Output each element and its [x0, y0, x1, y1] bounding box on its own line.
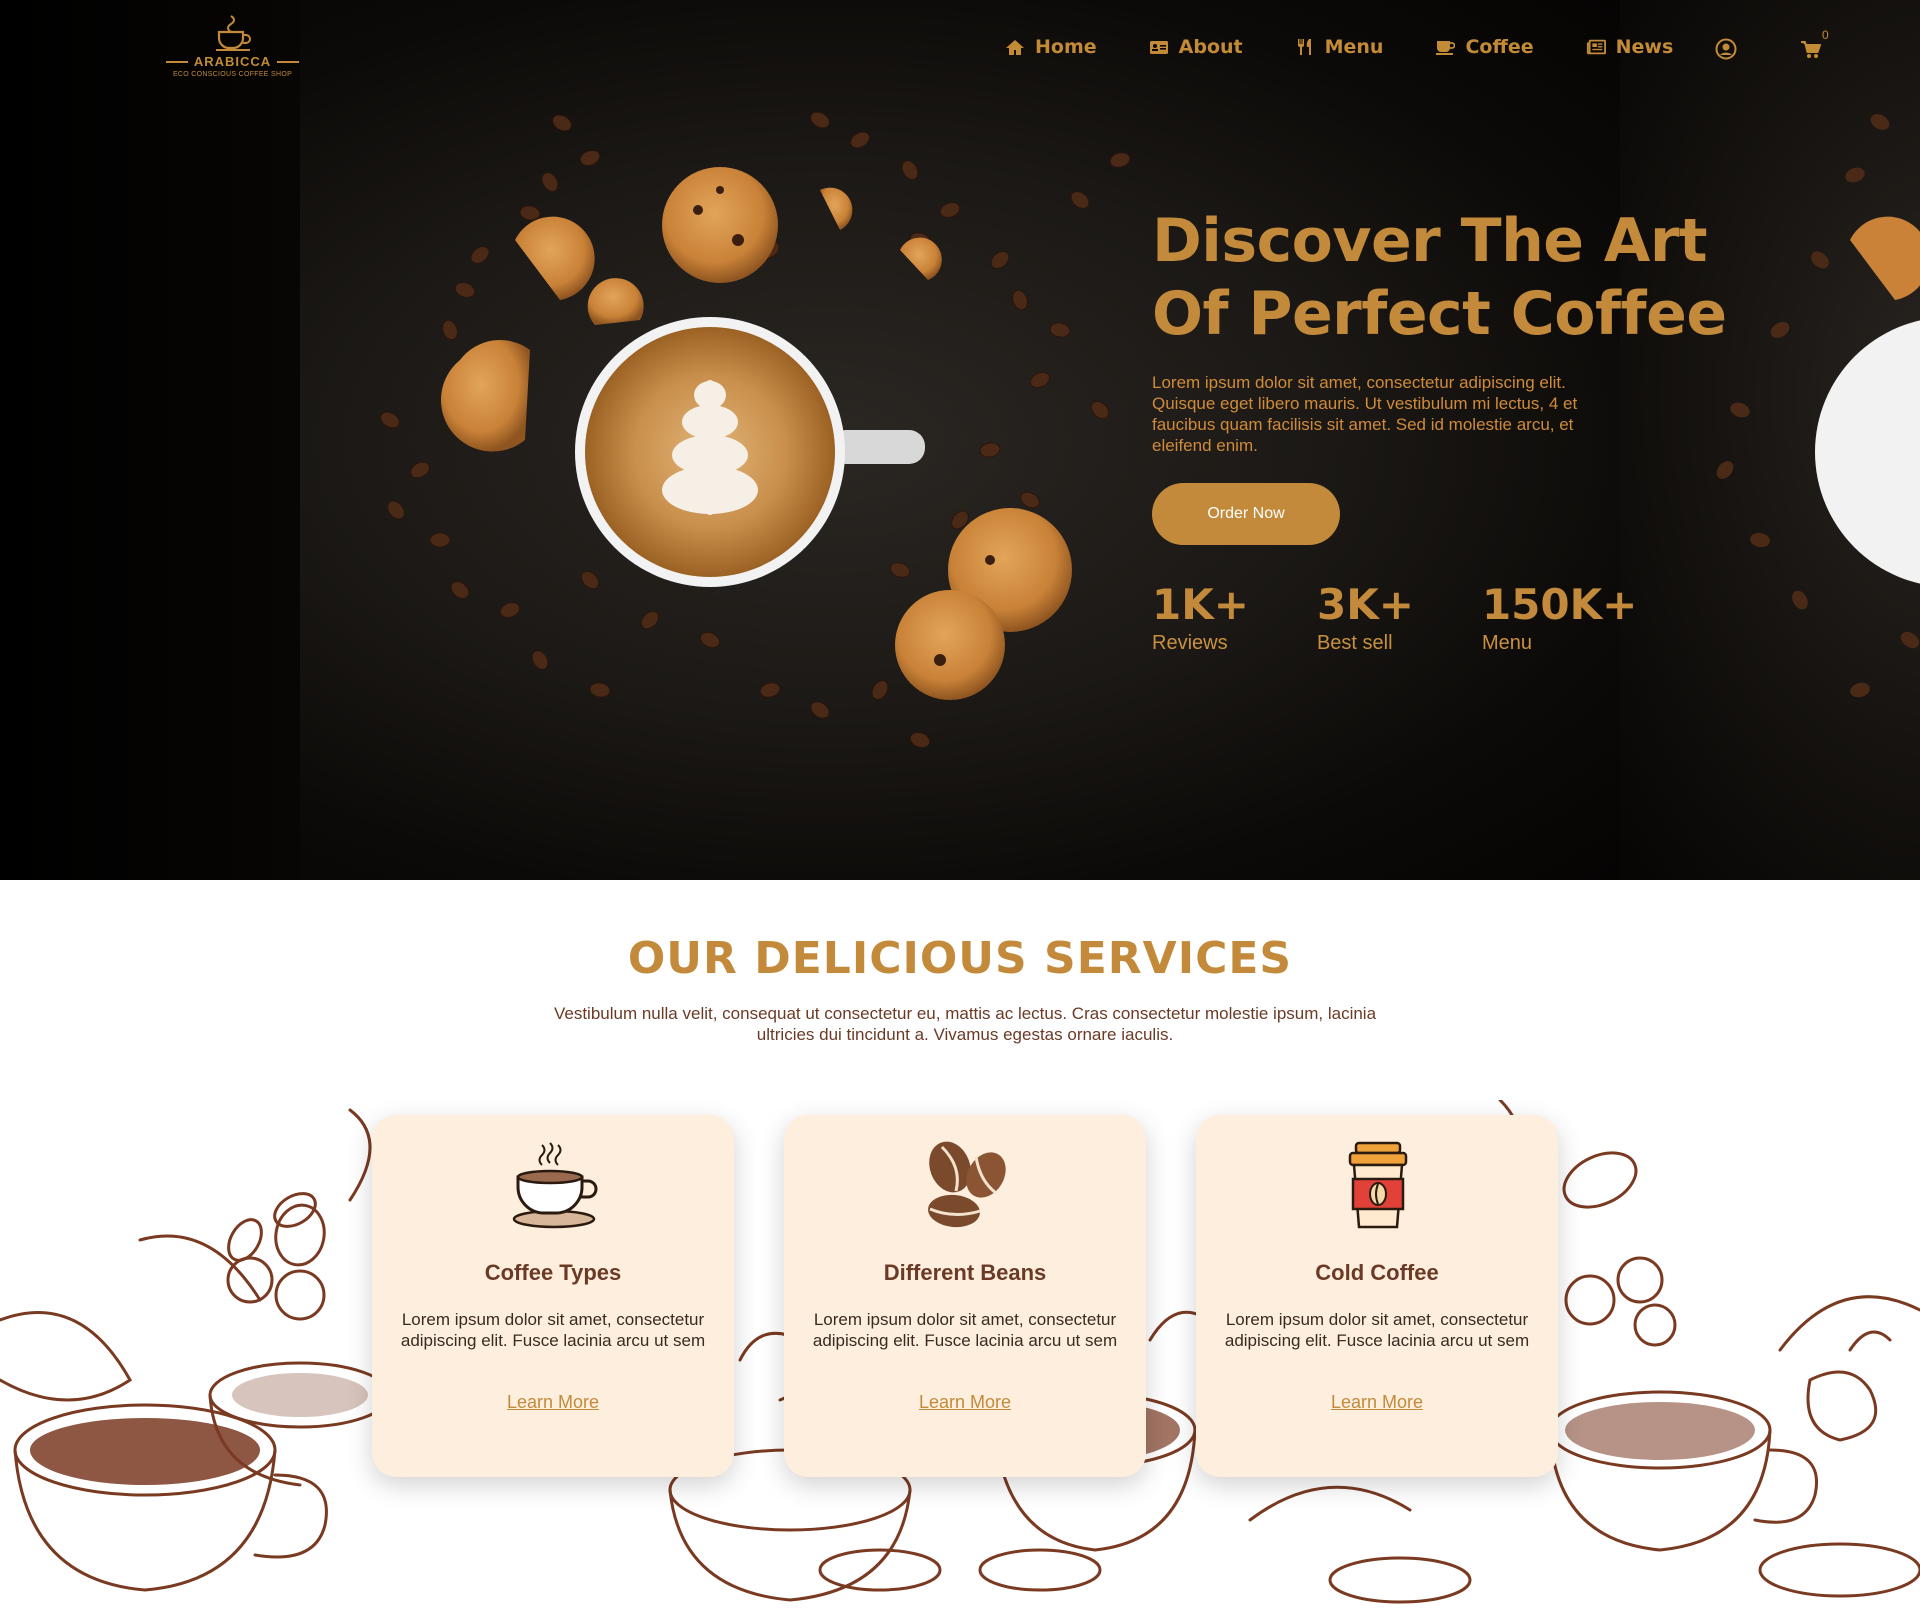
card-text: Lorem ipsum dolor sit amet, consectetur …	[1224, 1310, 1530, 1350]
hero-description: Lorem ipsum dolor sit amet, consectetur …	[1152, 373, 1578, 455]
cart-count-badge: 0	[1822, 28, 1829, 42]
nav-label-menu: Menu	[1324, 36, 1384, 58]
stat-menu: 150K+ Menu	[1482, 580, 1637, 655]
learn-more-link[interactable]: Learn More	[372, 1392, 734, 1413]
brand-name: ARABICCA	[165, 54, 300, 69]
nav-item-news[interactable]: News	[1586, 36, 1674, 58]
stat-value: 150K+	[1481, 580, 1638, 629]
nav-label-home: Home	[1035, 36, 1097, 58]
stat-value: 3K+	[1316, 580, 1414, 629]
nav-label-news: News	[1615, 36, 1674, 58]
hero-section: ARABICCA ECO CONSCIOUS COFFEE SHOP Home …	[0, 0, 1920, 880]
cart-button[interactable]	[1800, 40, 1822, 65]
stat-best-sell: 3K+ Best sell	[1317, 580, 1414, 655]
utensils-icon	[1297, 39, 1311, 55]
id-card-icon	[1149, 41, 1168, 54]
coffee-beans-icon	[928, 1141, 1006, 1228]
stat-label: Best sell	[1316, 632, 1393, 654]
nav-item-home[interactable]: Home	[1005, 36, 1097, 58]
order-now-button[interactable]: Order Now	[1152, 483, 1340, 545]
service-card-different-beans: Different Beans Lorem ipsum dolor sit am…	[784, 1115, 1146, 1477]
hero-title-line2: Of Perfect Coffee	[1152, 279, 1727, 349]
hero-stats: 1K+ Reviews 3K+ Best sell 150K+ Menu	[1152, 580, 1705, 655]
service-card-cold-coffee: Cold Coffee Lorem ipsum dolor sit amet, …	[1196, 1115, 1558, 1477]
card-title: Cold Coffee	[1315, 1260, 1439, 1285]
brand-logo[interactable]: ARABICCA ECO CONSCIOUS COFFEE SHOP	[165, 14, 300, 86]
logo-divider	[277, 60, 300, 63]
main-nav: Home About Menu Coffee News	[1005, 36, 1725, 58]
card-title: Coffee Types	[484, 1260, 622, 1285]
nav-item-menu[interactable]: Menu	[1295, 36, 1384, 58]
hero-title: Discover The Art Of Perfect Coffee	[1152, 205, 1752, 351]
services-title: OUR DELICIOUS SERVICES	[627, 933, 1293, 984]
coffee-cookies-repeat-illustration	[1716, 114, 1920, 698]
hero-dark-strip	[0, 0, 300, 880]
hero-photo-repeat	[1620, 0, 1920, 880]
nav-label-about: About	[1178, 36, 1243, 58]
logo-divider	[165, 60, 188, 63]
nav-label-coffee: Coffee	[1465, 36, 1534, 58]
stat-label: Menu	[1481, 632, 1532, 654]
user-circle-icon	[1715, 38, 1737, 60]
learn-more-link[interactable]: Learn More	[784, 1392, 1146, 1413]
user-account-button[interactable]	[1715, 38, 1737, 65]
card-text: Lorem ipsum dolor sit amet, consectetur …	[812, 1310, 1118, 1350]
services-description: Vestibulum nulla velit, consequat ut con…	[553, 1004, 1377, 1044]
service-card-coffee-types: Coffee Types Lorem ipsum dolor sit amet,…	[372, 1115, 734, 1477]
hot-coffee-cup-icon	[512, 1142, 598, 1229]
stat-label: Reviews	[1152, 632, 1228, 654]
stat-reviews: 1K+ Reviews	[1152, 580, 1249, 655]
nav-item-coffee[interactable]: Coffee	[1435, 36, 1534, 58]
home-icon	[1006, 40, 1024, 55]
stat-value: 1K+	[1152, 580, 1249, 629]
learn-more-link[interactable]: Learn More	[1196, 1392, 1558, 1413]
brand-tagline: ECO CONSCIOUS COFFEE SHOP	[172, 71, 293, 78]
card-title: Different Beans	[883, 1260, 1047, 1285]
newspaper-icon	[1586, 39, 1606, 55]
nav-item-about[interactable]: About	[1149, 36, 1243, 58]
card-text: Lorem ipsum dolor sit amet, consectetur …	[400, 1310, 706, 1350]
hero-title-line1: Discover The Art	[1152, 206, 1708, 276]
logo-cup-icon	[215, 15, 251, 51]
coffee-cup-icon	[1436, 41, 1456, 55]
takeaway-cup-icon	[1348, 1141, 1408, 1229]
cart-icon	[1801, 41, 1821, 58]
brand-name-text: ARABICCA	[193, 54, 272, 69]
